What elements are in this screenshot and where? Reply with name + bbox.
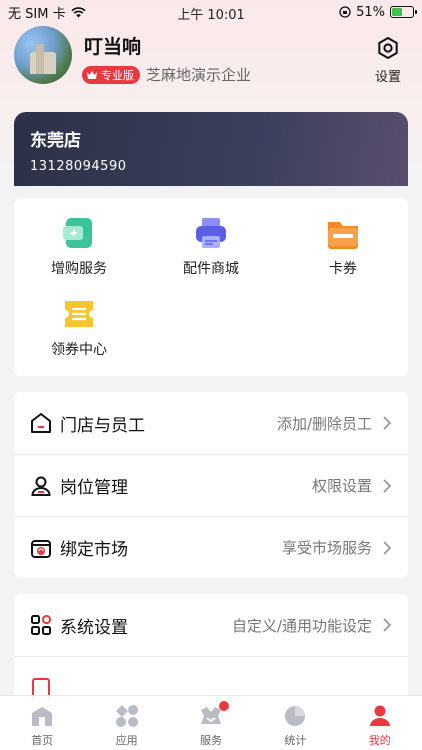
store-phone: 13128094590 [30, 159, 127, 174]
menu-label: 门店与员工 [60, 415, 145, 436]
orientation-lock-icon [339, 6, 351, 18]
service-label: 增购服务 [51, 261, 107, 277]
services-card: 增购服务 配件商城 卡券 领券中心 [14, 198, 408, 376]
tab-label: 服务 [199, 734, 222, 747]
grid-icon [31, 614, 52, 635]
apps-icon [115, 705, 138, 727]
service-purchase[interactable]: 增购服务 [14, 216, 144, 278]
settings-button[interactable]: 设置 [368, 36, 408, 85]
battery-percent: 51% [356, 4, 385, 20]
chevron-right-icon [383, 416, 392, 430]
status-bar: 无 SIM 卡 51% [0, 0, 422, 24]
person-icon [31, 476, 51, 496]
chevron-right-icon [383, 618, 392, 632]
menu-item-system-settings[interactable]: 系统设置 自定义/通用功能设定 [14, 594, 408, 656]
tab-home[interactable]: 首页 [0, 704, 84, 748]
settings-label: 设置 [374, 70, 401, 85]
gear-icon [378, 37, 398, 59]
company-name: 芝麻地演示企业 [146, 66, 252, 84]
avatar[interactable] [14, 26, 72, 84]
crown-icon [87, 70, 97, 79]
tab-apps[interactable]: 应用 [85, 704, 169, 748]
menu-label: 绑定市场 [60, 540, 128, 560]
tab-me[interactable]: 我的 [338, 704, 422, 748]
service-card-coupon[interactable]: 卡券 [278, 216, 408, 278]
card-icon [326, 216, 360, 250]
service-parts-mall[interactable]: 配件商城 [146, 216, 276, 278]
store-card[interactable]: 东莞店 13128094590 [14, 112, 408, 186]
service-label: 领券中心 [51, 342, 107, 358]
menu-value: 享受市场服务 [281, 539, 372, 557]
menu-label: 岗位管理 [60, 478, 128, 498]
store-name: 东莞店 [30, 131, 81, 151]
wifi-icon [71, 6, 86, 17]
tab-label: 我的 [368, 734, 391, 747]
pro-badge-label: 专业版 [101, 68, 134, 82]
market-icon [31, 539, 51, 558]
menu-item-store-staff[interactable]: 门店与员工 添加/删除员工 [14, 392, 408, 454]
carrier-label: 无 SIM 卡 [8, 6, 66, 22]
service-label: 卡券 [329, 261, 357, 277]
pie-icon [285, 706, 306, 726]
notification-dot [218, 701, 229, 711]
tab-statistics[interactable]: 统计 [253, 704, 337, 748]
menu-value: 权限设置 [311, 477, 372, 495]
menu-group-system: 系统设置 自定义/通用功能设定 [14, 594, 408, 704]
tab-label: 应用 [115, 734, 138, 747]
me-icon [369, 705, 390, 726]
service-coupon-center[interactable]: 领券中心 [14, 297, 144, 359]
menu-value: 添加/删除员工 [276, 414, 372, 433]
tab-bar: 首页 应用 服务 统计 我的 [0, 695, 422, 750]
chevron-right-icon [383, 478, 392, 493]
store-icon [31, 413, 51, 433]
tab-label: 统计 [284, 734, 307, 747]
battery-icon [390, 6, 417, 18]
chevron-right-icon [383, 540, 392, 555]
home-icon [32, 707, 53, 726]
printer-icon [194, 216, 228, 250]
coupon-icon [62, 297, 96, 331]
purchase-icon [62, 216, 96, 250]
menu-value: 自定义/通用功能设定 [231, 616, 372, 635]
menu-item-positions[interactable]: 岗位管理 权限设置 [14, 454, 408, 516]
tab-service[interactable]: 服务 [169, 701, 253, 748]
user-name: 叮当响 [84, 36, 142, 58]
menu-label: 系统设置 [60, 617, 128, 638]
menu-item-bind-market[interactable]: 绑定市场 享受市场服务 [14, 516, 408, 578]
service-label: 配件商城 [183, 261, 239, 277]
menu-group-store: 门店与员工 添加/删除员工 岗位管理 权限设置 绑定市场 享受市场服务 [14, 392, 408, 578]
tab-label: 首页 [31, 734, 54, 747]
pro-badge: 专业版 [82, 65, 140, 84]
profile-header: 叮当响 专业版 芝麻地演示企业 设置 [14, 26, 408, 96]
